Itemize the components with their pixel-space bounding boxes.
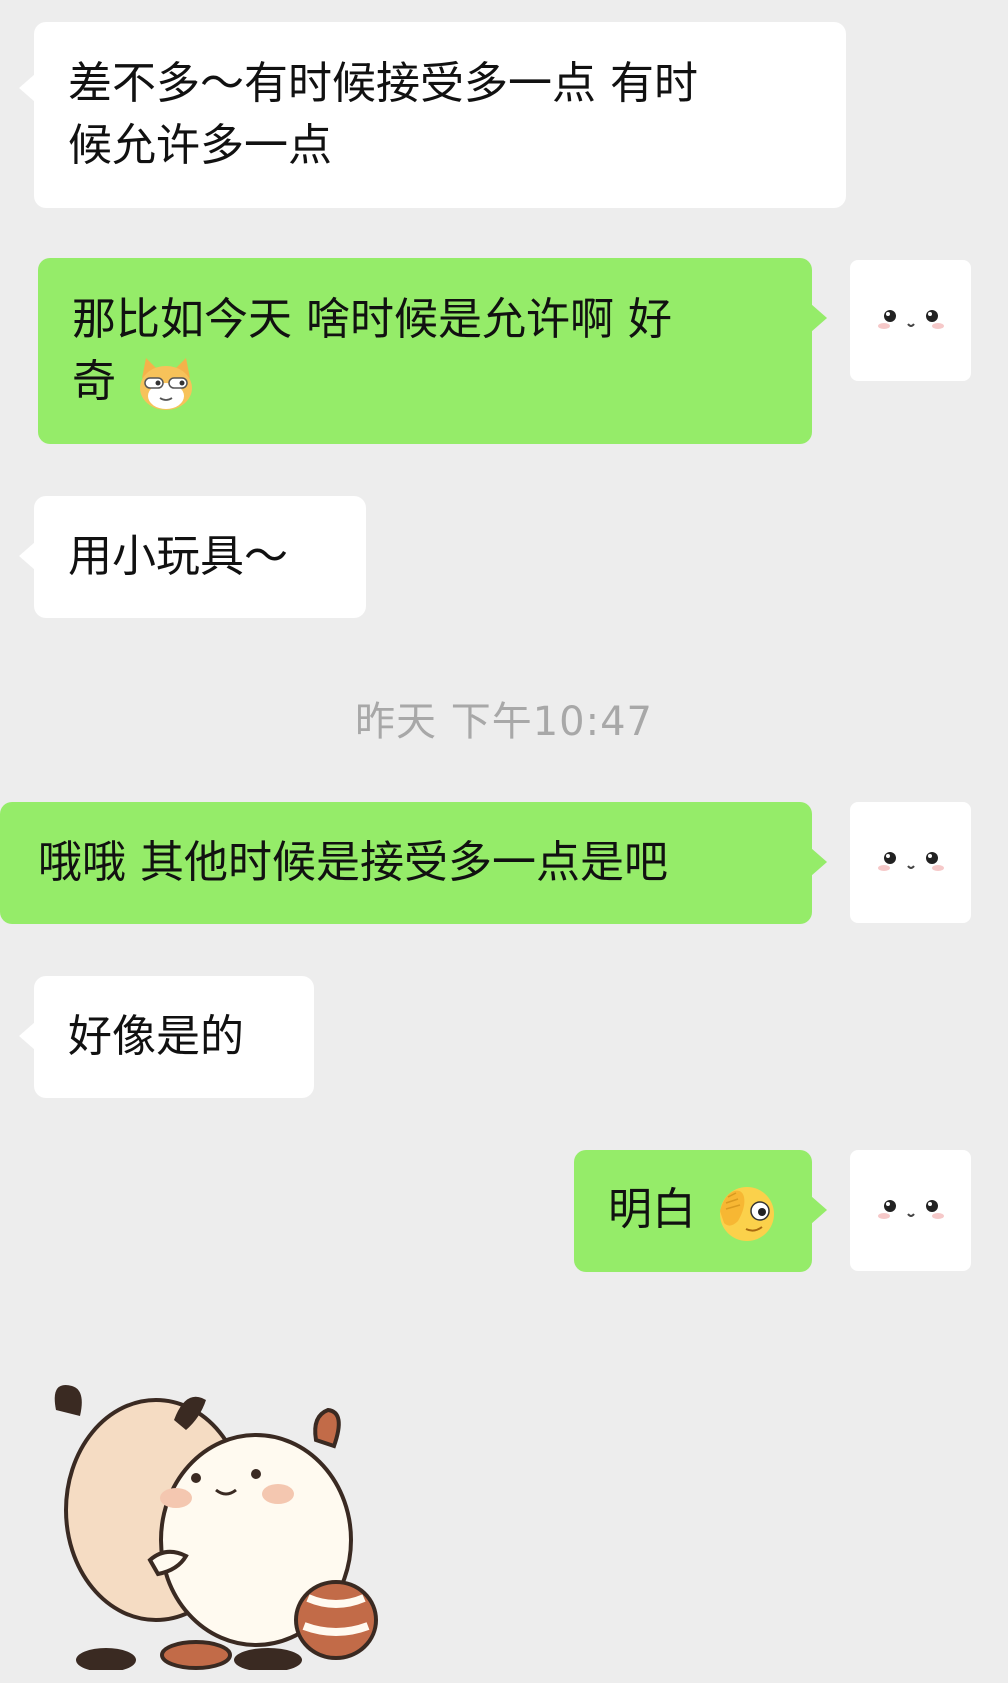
timestamp: 昨天 下午10:47 [355, 699, 653, 745]
message-text-content: 明白 [608, 1184, 696, 1235]
message-line-text: 奇 [72, 356, 116, 407]
cute-face-icon [878, 852, 944, 871]
message-line: 差不多～有时候接受多一点 有时 [68, 58, 698, 109]
message-text: 那比如今天 啥时候是允许啊 好 奇 [72, 289, 672, 413]
cat-emoji [140, 358, 192, 410]
message-line: 候允许多一点 [68, 120, 332, 171]
message-text: 好像是的 [68, 1011, 244, 1062]
message-text: 差不多～有时候接受多一点 有时 候允许多一点 [68, 53, 698, 177]
bubble-tail [811, 848, 827, 876]
message-bubble-incoming[interactable]: 差不多～有时候接受多一点 有时 候允许多一点 [19, 22, 846, 208]
avatar[interactable] [850, 1150, 971, 1271]
message-bubble-outgoing[interactable]: 那比如今天 啥时候是允许啊 好 奇 [38, 258, 827, 444]
message-text: 哦哦 其他时候是接受多一点是吧 [38, 837, 668, 888]
message-text: 明白 [608, 1179, 778, 1243]
message-bubble-incoming[interactable]: 好像是的 [19, 976, 314, 1098]
bubble-tail [19, 1022, 35, 1050]
avatar[interactable] [850, 260, 971, 381]
avatar[interactable] [850, 802, 971, 923]
message-bubble-incoming[interactable]: 用小玩具～ [19, 496, 366, 618]
hugging-raccoons-sticker-icon[interactable] [46, 1370, 386, 1670]
message-line: 那比如今天 啥时候是允许啊 好 [72, 294, 672, 345]
message-bubble-outgoing[interactable]: 明白 [574, 1150, 827, 1272]
message-bubble-outgoing[interactable]: 哦哦 其他时候是接受多一点是吧 [0, 802, 827, 924]
message-text: 用小玩具～ [68, 531, 288, 582]
cute-face-icon [878, 310, 944, 329]
bubble-tail [19, 74, 35, 102]
message-line: 奇 [72, 351, 672, 413]
cute-face-icon [878, 1200, 944, 1219]
facepalm-peek-emoji [720, 1187, 774, 1241]
bubble-tail [811, 304, 827, 332]
bubble-tail [811, 1196, 827, 1224]
bubble-tail [19, 542, 35, 570]
